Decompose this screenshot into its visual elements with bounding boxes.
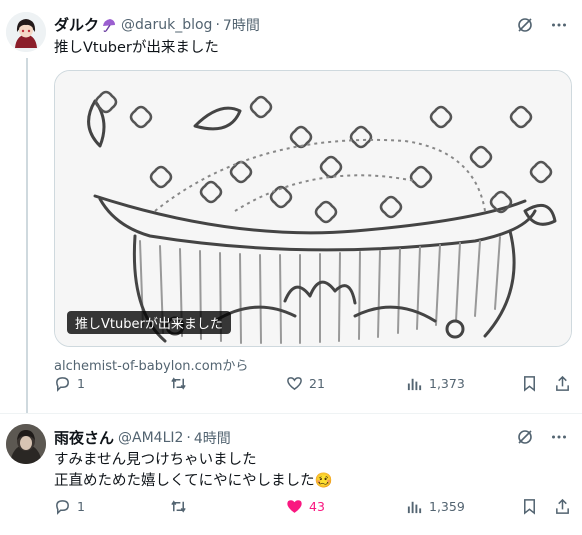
user-handle[interactable]: @daruk_blog: [121, 17, 212, 33]
card-source[interactable]: alchemist-of-babylon.comから: [54, 355, 248, 374]
link-card[interactable]: 推しVtuberが出来ました: [54, 70, 572, 347]
retweet-icon: [170, 375, 187, 392]
retweet-button[interactable]: [170, 498, 193, 515]
top-actions: [516, 16, 568, 34]
umbrella-badge-icon: [101, 17, 117, 33]
separator: ·: [186, 429, 191, 446]
bookmark-icon: [521, 498, 538, 515]
card-image: [55, 71, 571, 346]
like-count: 21: [309, 375, 325, 391]
share-icon: [554, 498, 571, 515]
retweet-button[interactable]: [170, 375, 193, 392]
views-icon: [406, 375, 423, 392]
card-caption: 推しVtuberが出来ました: [67, 311, 231, 334]
avatar[interactable]: [6, 12, 46, 52]
views-count: 1,359: [429, 498, 465, 514]
like-icon: [286, 498, 303, 515]
tweet-text-line: 推しVtuberが出来ました: [54, 40, 219, 56]
display-name[interactable]: 雨夜さん: [54, 427, 114, 448]
tweet-2[interactable]: 雨夜さん @AM4LI2 · 4時間 すみません見つけちゃいました 正直めためた…: [0, 413, 582, 535]
more-icon[interactable]: [550, 16, 568, 34]
tweet-text-line: すみません見つけちゃいました: [54, 452, 257, 468]
tweet-text-line: 正直めためた嬉しくてにやにやしました🥴: [54, 473, 333, 489]
avatar[interactable]: [6, 424, 46, 464]
like-button[interactable]: 43: [286, 498, 325, 515]
grok-icon[interactable]: [516, 16, 534, 34]
timestamp[interactable]: 7時間: [223, 15, 260, 35]
retweet-icon: [170, 498, 187, 515]
separator: ·: [215, 16, 220, 33]
tweet-1[interactable]: ダルク @daruk_blog · 7時間 推しVtuberが出来ました 推しV…: [0, 0, 582, 413]
more-icon[interactable]: [550, 428, 568, 446]
user-handle[interactable]: @AM4LI2: [118, 430, 183, 446]
reply-icon: [54, 498, 71, 515]
top-actions: [516, 428, 568, 446]
views-button[interactable]: 1,373: [406, 375, 465, 392]
tweet-text: すみません見つけちゃいました 正直めためた嬉しくてにやにやしました🥴: [54, 450, 333, 492]
views-icon: [406, 498, 423, 515]
views-button[interactable]: 1,359: [406, 498, 465, 515]
thread-line: [26, 58, 28, 413]
reply-count: 1: [77, 375, 85, 391]
timestamp[interactable]: 4時間: [194, 428, 231, 448]
share-icon: [554, 375, 571, 392]
bookmark-button[interactable]: [521, 375, 538, 392]
tweet-header: ダルク @daruk_blog · 7時間: [54, 14, 260, 35]
bookmark-button[interactable]: [521, 498, 538, 515]
reply-icon: [54, 375, 71, 392]
share-button[interactable]: [554, 498, 571, 515]
bookmark-icon: [521, 375, 538, 392]
tweet-text: 推しVtuberが出来ました: [54, 38, 219, 59]
like-button[interactable]: 21: [286, 375, 325, 392]
reply-button[interactable]: 1: [54, 498, 85, 515]
like-icon: [286, 375, 303, 392]
tweet-header: 雨夜さん @AM4LI2 · 4時間: [54, 427, 231, 448]
views-count: 1,373: [429, 375, 465, 391]
reply-button[interactable]: 1: [54, 375, 85, 392]
like-count: 43: [309, 498, 325, 514]
grok-icon[interactable]: [516, 428, 534, 446]
reply-count: 1: [77, 498, 85, 514]
display-name[interactable]: ダルク: [54, 14, 99, 35]
share-button[interactable]: [554, 375, 571, 392]
